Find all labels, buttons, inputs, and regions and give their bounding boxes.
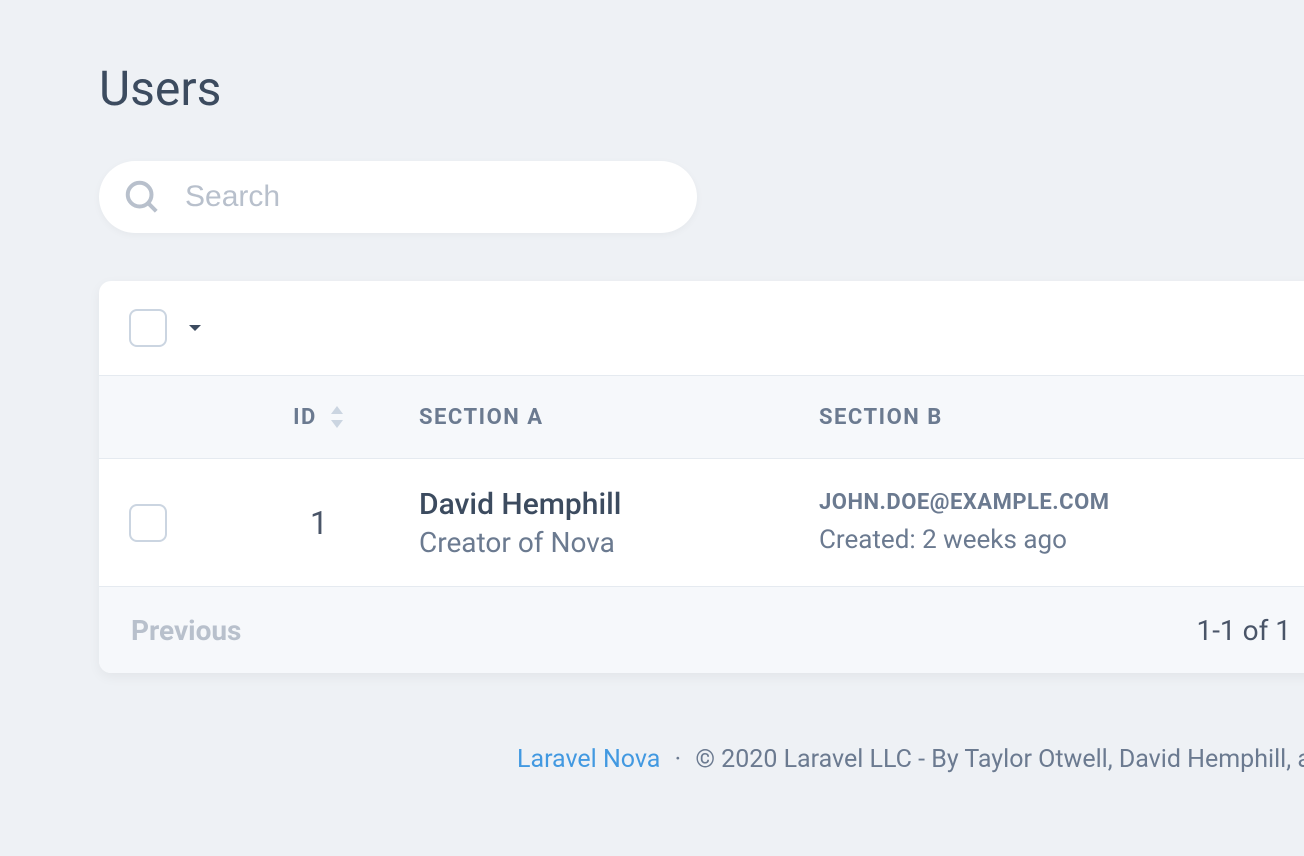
row-subtitle: Creator of Nova [419, 526, 819, 559]
footer-link[interactable]: Laravel Nova [517, 745, 660, 774]
column-id-label: ID [293, 405, 317, 430]
table-header-row: ID SECTION A SECTION B [99, 375, 1304, 459]
row-checkbox[interactable] [129, 504, 167, 542]
row-created: Created: 2 weeks ago [819, 525, 1304, 555]
table-row[interactable]: 1 David Hemphill Creator of Nova JOHN.DO… [99, 459, 1304, 587]
search-input[interactable] [99, 161, 697, 233]
footer-separator: · [675, 745, 682, 774]
pagination-info: 1-1 of 1 [1196, 614, 1291, 647]
select-all-checkbox[interactable] [129, 309, 167, 347]
search-icon [123, 178, 161, 216]
sort-icon [329, 406, 345, 428]
chevron-down-icon[interactable] [183, 316, 207, 340]
page-footer: Laravel Nova · © 2020 Laravel LLC - By T… [99, 745, 1304, 774]
row-email: JOHN.DOE@EXAMPLE.COM [819, 490, 1304, 515]
row-id-value: 1 [219, 504, 419, 542]
page-title: Users [99, 60, 1304, 117]
column-header-id[interactable]: ID [219, 405, 419, 430]
table-footer: Previous 1-1 of 1 [99, 587, 1304, 673]
users-table-card: ID SECTION A SECTION B 1 David Hemphill … [99, 281, 1304, 673]
footer-copyright: © 2020 Laravel LLC - By Taylor Otwell, D… [695, 745, 1304, 774]
column-section-a-label: SECTION A [419, 405, 544, 430]
row-name: David Hemphill [419, 487, 819, 522]
table-toolbar [99, 281, 1304, 375]
column-section-b-label: SECTION B [819, 405, 943, 430]
search-wrapper [99, 161, 697, 233]
previous-link[interactable]: Previous [131, 614, 241, 647]
